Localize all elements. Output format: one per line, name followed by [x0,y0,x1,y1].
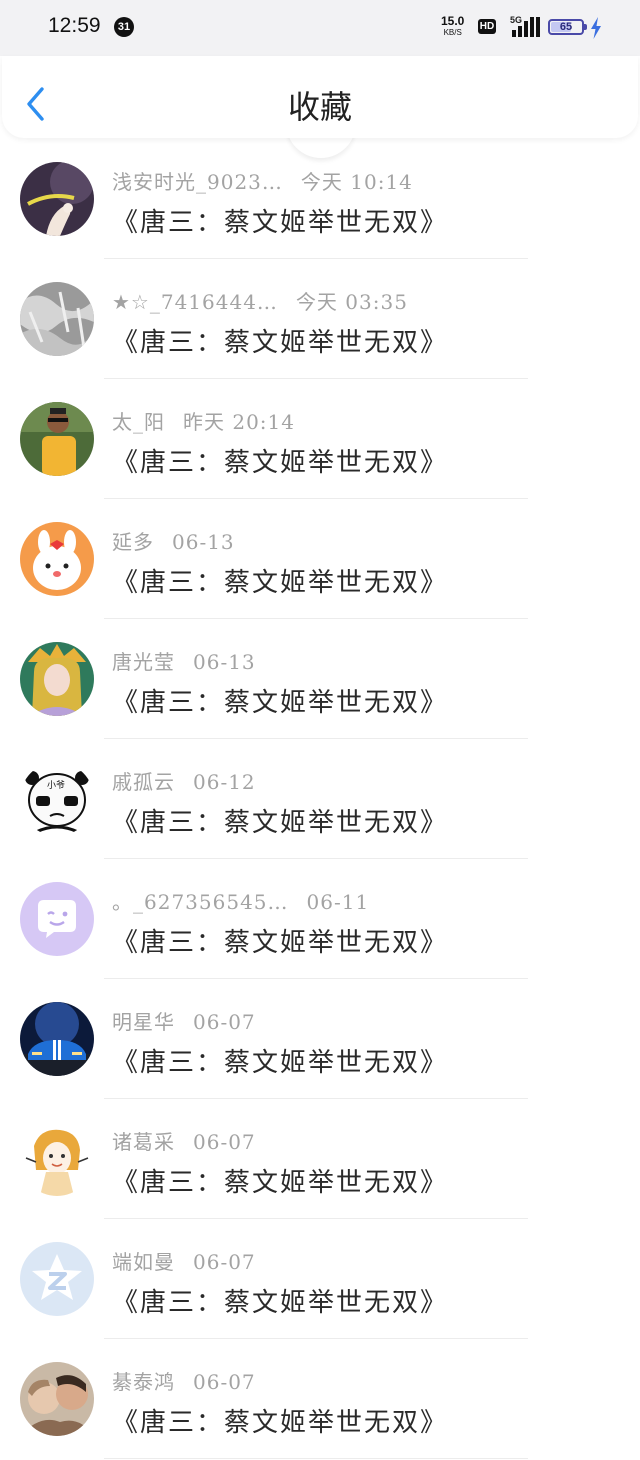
user-name: 。_627356545… [112,890,289,914]
avatar[interactable] [20,1362,94,1436]
item-date: 昨天 20:14 [183,410,295,434]
user-name: 延多 [112,530,154,554]
clock: 12:59 [48,14,101,37]
charging-icon [591,17,601,39]
item-date: 06-07 [193,1010,256,1034]
list-item[interactable]: 端如曼 06-07 《唐三：蔡文姬举世无双》 [0,1220,640,1340]
user-name: 唐光莹 [112,650,175,674]
list-item[interactable]: 唐光莹 06-13 《唐三：蔡文姬举世无双》 [0,620,640,740]
network-type: 5G [510,15,523,25]
item-meta: 延多 06-13 [112,526,235,555]
item-date: 06-07 [193,1130,256,1154]
item-date: 06-12 [193,770,256,794]
avatar[interactable] [20,642,94,716]
item-meta: ★☆_7416444… 今天 03:35 [112,286,408,315]
list-item[interactable]: 浅安时光_9023… 今天 10:14 《唐三：蔡文姬举世无双》 [0,140,640,260]
item-date: 今天 03:35 [295,290,408,314]
item-meta: 明星华 06-07 [112,1006,256,1035]
item-message: 《唐三：蔡文姬举世无双》 [112,328,449,358]
network-speed-unit: KB/S [443,28,462,37]
network-speed-value: 15.0 [441,14,465,28]
list-item[interactable]: 太_阳 昨天 20:14 《唐三：蔡文姬举世无双》 [0,380,640,500]
divider [104,1338,528,1339]
user-name: 太_阳 [112,410,165,434]
hd-icon: HD [478,19,496,34]
item-date: 今天 10:14 [300,170,413,194]
item-message: 《唐三：蔡文姬举世无双》 [112,688,449,718]
item-message: 《唐三：蔡文姬举世无双》 [112,1288,449,1318]
item-meta: 綦泰鸿 06-07 [112,1366,256,1395]
avatar[interactable] [20,1122,94,1196]
list-item[interactable]: 明星华 06-07 《唐三：蔡文姬举世无双》 [0,980,640,1100]
user-name: 綦泰鸿 [112,1370,175,1394]
favorites-list: 浅安时光_9023… 今天 10:14 《唐三：蔡文姬举世无双》 ★☆_74164… [0,140,640,1460]
item-message: 《唐三：蔡文姬举世无双》 [112,928,449,958]
avatar[interactable]: 小爷 [20,762,94,836]
item-meta: 戚孤云 06-12 [112,766,256,795]
divider [104,618,528,619]
item-meta: 唐光莹 06-13 [112,646,256,675]
item-date: 06-07 [193,1370,256,1394]
item-message: 《唐三：蔡文姬举世无双》 [112,568,449,598]
avatar[interactable] [20,882,94,956]
battery-icon: 65 [548,19,587,35]
avatar[interactable] [20,1002,94,1076]
divider [104,498,528,499]
network-speed: 15.0 KB/S [441,14,465,38]
list-item[interactable]: 綦泰鸿 06-07 《唐三：蔡文姬举世无双》 [0,1340,640,1460]
list-item[interactable]: 延多 06-13 《唐三：蔡文姬举世无双》 [0,500,640,620]
item-message: 《唐三：蔡文姬举世无双》 [112,448,449,478]
avatar-text: 小爷 [47,779,65,791]
notification-badge: 31 [114,17,134,37]
avatar[interactable] [20,1242,94,1316]
divider [104,378,528,379]
user-name: 端如曼 [112,1250,175,1274]
user-name: ★☆_7416444… [112,290,278,314]
user-name: 明星华 [112,1010,175,1034]
user-name: 诸葛采 [112,1130,175,1154]
list-item[interactable]: ★☆_7416444… 今天 03:35 《唐三：蔡文姬举世无双》 [0,260,640,380]
divider [104,978,528,979]
divider [104,258,528,259]
item-message: 《唐三：蔡文姬举世无双》 [112,808,449,838]
header: 收藏 [2,56,638,138]
divider [104,1458,528,1459]
item-meta: 太_阳 昨天 20:14 [112,406,295,435]
avatar[interactable] [20,282,94,356]
list-item[interactable]: 。_627356545… 06-11 《唐三：蔡文姬举世无双》 [0,860,640,980]
status-bar: 12:59 31 15.0 KB/S HD 5G 65 [0,0,640,56]
item-meta: 诸葛采 06-07 [112,1126,256,1155]
signal-icon: 5G [508,15,542,39]
item-date: 06-11 [306,890,370,914]
avatar[interactable] [20,522,94,596]
list-item[interactable]: 小爷 戚孤云 06-12 《唐三：蔡文姬举世无双》 [0,740,640,860]
item-meta: 。_627356545… 06-11 [112,886,369,915]
page-title: 收藏 [287,88,352,126]
list-item[interactable]: 诸葛采 06-07 《唐三：蔡文姬举世无双》 [0,1100,640,1220]
item-message: 《唐三：蔡文姬举世无双》 [112,1168,449,1198]
item-message: 《唐三：蔡文姬举世无双》 [112,1048,449,1078]
item-meta: 浅安时光_9023… 今天 10:14 [112,166,413,195]
divider [104,858,528,859]
item-meta: 端如曼 06-07 [112,1246,256,1275]
item-date: 06-13 [193,650,256,674]
item-message: 《唐三：蔡文姬举世无双》 [112,1408,449,1438]
divider [104,1218,528,1219]
item-message: 《唐三：蔡文姬举世无双》 [112,208,449,238]
divider [104,738,528,739]
user-name: 戚孤云 [112,770,175,794]
avatar[interactable] [20,162,94,236]
item-date: 06-13 [172,530,235,554]
avatar[interactable] [20,402,94,476]
divider [104,1098,528,1099]
battery-level: 65 [559,21,573,33]
item-date: 06-07 [193,1250,256,1274]
user-name: 浅安时光_9023… [112,170,283,194]
